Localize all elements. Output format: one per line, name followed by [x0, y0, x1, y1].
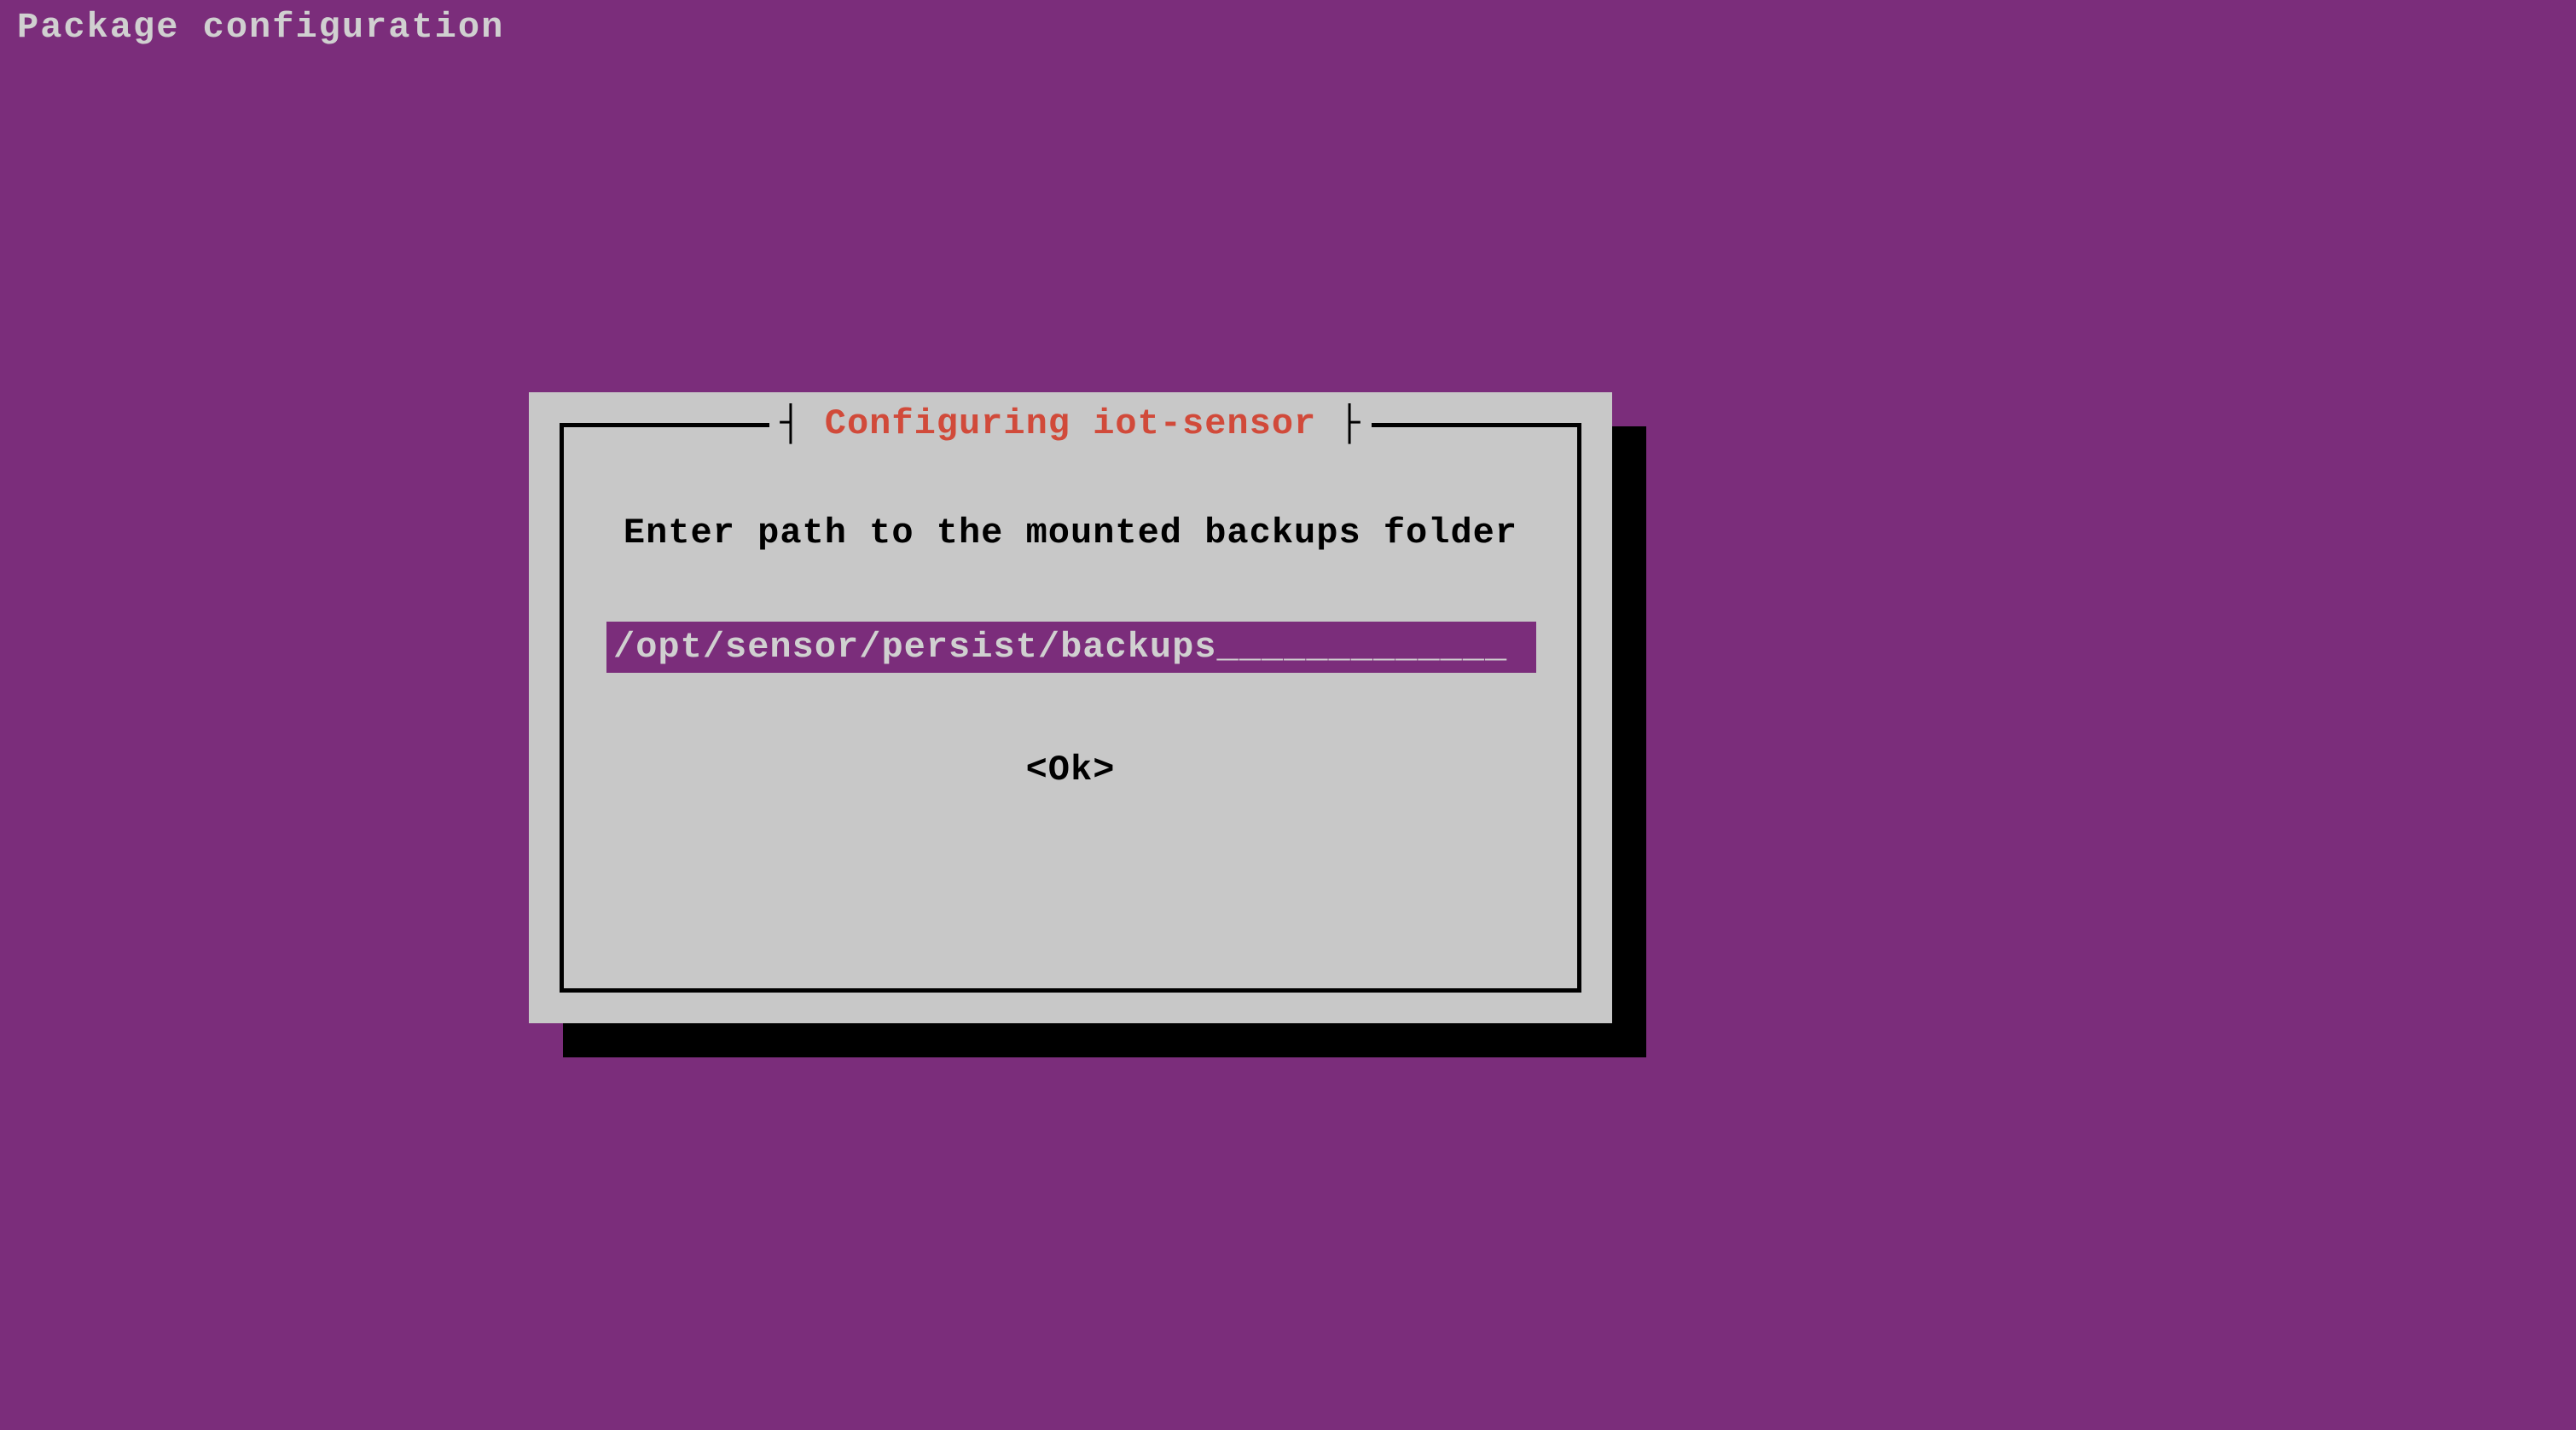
dialog-box: Configuring iot-sensor Enter path to the…	[529, 392, 1612, 1023]
dialog-frame: Configuring iot-sensor Enter path to the…	[560, 423, 1581, 993]
dialog-wrapper: Configuring iot-sensor Enter path to the…	[529, 392, 1612, 1023]
ok-button[interactable]: <Ok>	[1026, 750, 1116, 790]
dialog-title: Configuring iot-sensor	[769, 403, 1371, 444]
backup-path-input[interactable]	[606, 622, 1536, 673]
dialog-content: Enter path to the mounted backups folder…	[564, 427, 1577, 825]
page-header-title: Package configuration	[0, 0, 2576, 55]
dialog-title-wrap: Configuring iot-sensor	[564, 403, 1577, 444]
prompt-text: Enter path to the mounted backups folder	[606, 512, 1535, 553]
